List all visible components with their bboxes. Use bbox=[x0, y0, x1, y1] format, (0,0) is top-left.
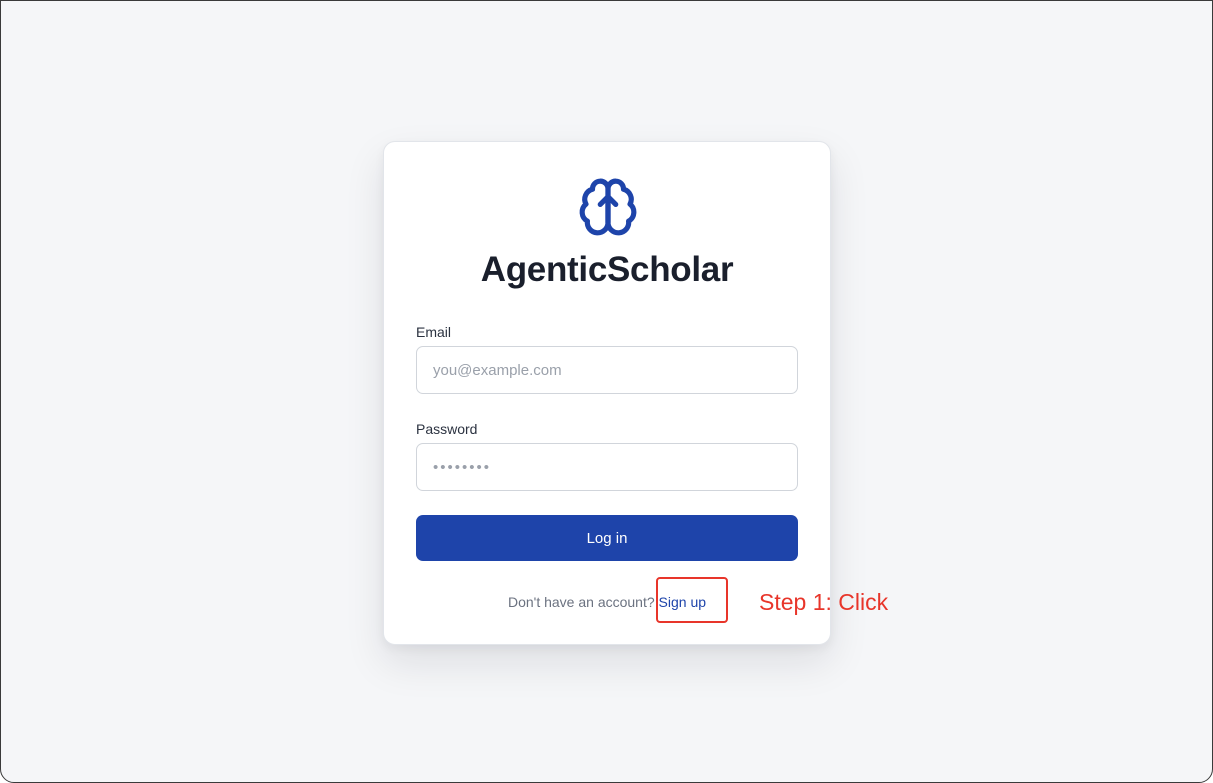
brain-icon bbox=[579, 178, 637, 236]
signup-link[interactable]: Sign up bbox=[659, 594, 706, 610]
password-label: Password bbox=[416, 421, 478, 437]
email-label: Email bbox=[416, 324, 452, 340]
app-title: AgenticScholar bbox=[480, 250, 734, 289]
signup-prompt: Don't have an account? bbox=[507, 594, 655, 610]
login-card: AgenticScholar Email Password Log in Don… bbox=[383, 141, 831, 645]
email-input[interactable] bbox=[416, 346, 798, 394]
annotation-step-label: Step 1: Click bbox=[759, 589, 889, 615]
login-button[interactable]: Log in bbox=[416, 515, 798, 561]
password-input[interactable] bbox=[416, 443, 798, 491]
browser-window: AgenticScholar Email Password Log in Don… bbox=[0, 0, 1213, 783]
